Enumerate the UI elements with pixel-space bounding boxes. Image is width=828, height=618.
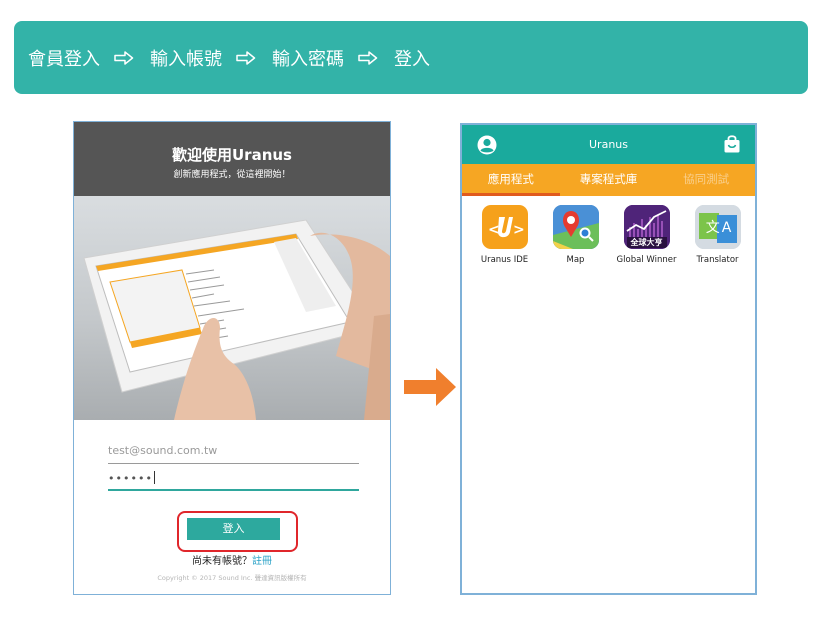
app-label: Global Winner <box>616 255 677 265</box>
text-caret <box>153 471 155 484</box>
step-enter-account: 輸入帳號 <box>150 48 222 70</box>
tab-project-library[interactable]: 專案程式庫 <box>560 164 658 196</box>
tab-collab-testing[interactable]: 協同測試 <box>657 164 755 196</box>
email-value: test@sound.com.tw <box>108 444 218 457</box>
app-tabs: 應用程式 專案程式庫 協同測試 <box>462 164 755 196</box>
steps-banner: 會員登入 輸入帳號 輸入密碼 登入 <box>14 21 808 94</box>
hollow-arrow-right-icon <box>236 50 256 65</box>
orange-arrow-right-icon <box>404 368 456 410</box>
svg-text:<: < <box>488 222 500 238</box>
app-translator[interactable]: 文A Translator <box>682 205 753 265</box>
app-grid: < > Uranus IDE Map 全球大亨 Global Winner 文A… <box>462 205 755 265</box>
copyright-text: Copyright © 2017 Sound Inc. 聲達資訊版權所有 <box>157 574 307 582</box>
translator-icon: 文A <box>694 205 741 249</box>
password-value: •••••• <box>108 472 153 485</box>
app-label: Translator <box>696 255 739 265</box>
global-winner-icon: 全球大亨 <box>623 205 670 249</box>
global-winner-icon-text: 全球大亨 <box>626 237 667 248</box>
translator-icon-text: 文A <box>705 220 734 236</box>
svg-text:>: > <box>513 222 525 238</box>
register-prompt: 尚未有帳號？ <box>192 556 252 567</box>
step-login: 會員登入 <box>28 48 100 70</box>
hollow-arrow-right-icon <box>114 50 134 65</box>
app-header: Uranus <box>462 125 755 164</box>
tab-apps[interactable]: 應用程式 <box>462 164 560 196</box>
app-list-screen: Uranus 應用程式 專案程式庫 協同測試 < > Uranus IDE Ma… <box>460 123 757 595</box>
app-label: Map <box>566 255 585 265</box>
login-header: 歡迎使用Uranus 創新應用程式，從這裡開始！ <box>74 122 390 196</box>
hollow-arrow-right-icon <box>358 50 378 65</box>
uranus-ide-icon: < > <box>481 205 528 249</box>
login-subtitle: 創新應用程式，從這裡開始！ <box>173 170 291 180</box>
shopping-bag-icon[interactable] <box>723 134 741 158</box>
login-title: 歡迎使用Uranus <box>172 146 292 164</box>
tutorial-figure: 會員登入 輸入帳號 輸入密碼 登入 歡迎使用Uranus 創新應用程式，從這裡開… <box>0 0 828 618</box>
app-title: Uranus <box>589 138 628 151</box>
password-field[interactable]: •••••• <box>108 471 359 491</box>
app-global-winner[interactable]: 全球大亨 Global Winner <box>611 205 682 265</box>
app-uranus-ide[interactable]: < > Uranus IDE <box>469 205 540 265</box>
map-icon <box>552 205 599 249</box>
login-button[interactable]: 登入 <box>187 518 280 540</box>
email-field[interactable]: test@sound.com.tw <box>108 444 359 464</box>
register-prompt-line: 尚未有帳號？註冊 <box>74 552 390 567</box>
login-screen: 歡迎使用Uranus 創新應用程式，從這裡開始！ test@sound.com.… <box>73 121 391 595</box>
app-map[interactable]: Map <box>540 205 611 265</box>
step-sign-in: 登入 <box>394 48 430 70</box>
register-link[interactable]: 註冊 <box>252 556 272 567</box>
user-circle-icon[interactable] <box>476 135 498 159</box>
app-label: Uranus IDE <box>480 255 529 265</box>
hero-image-tablet[interactable] <box>74 196 390 420</box>
step-enter-password: 輸入密碼 <box>272 48 344 70</box>
